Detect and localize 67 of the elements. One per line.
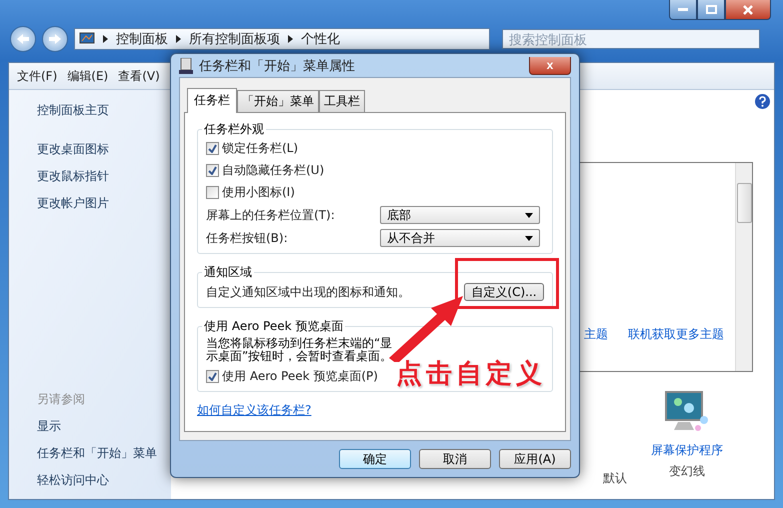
field-label: 任务栏按钮(B):: [206, 230, 288, 246]
dialog-title: 任务栏和「开始」菜单属性: [199, 58, 355, 74]
screensaver-name: 变幻线: [669, 463, 705, 480]
dropdown[interactable]: 从不合并: [380, 229, 540, 247]
theme-link[interactable]: 主题: [584, 326, 608, 343]
menu-item[interactable]: 编辑(E): [67, 68, 108, 84]
menu-item[interactable]: 文件(F): [17, 68, 58, 84]
scrollbar[interactable]: [735, 163, 752, 371]
sidebar-link[interactable]: 控制面板主页: [37, 102, 171, 119]
breadcrumb[interactable]: 控制面板: [116, 30, 168, 48]
close-icon: [743, 4, 753, 14]
dialog-button[interactable]: 应用(A): [499, 449, 571, 469]
checkbox-label: 使用小图标(I): [222, 184, 295, 201]
checkbox-label: 锁定任务栏(L): [222, 140, 298, 157]
group-title: 通知区域: [203, 264, 253, 281]
field-label: 屏幕上的任务栏位置(T):: [206, 206, 335, 224]
minimize-icon: [678, 8, 688, 12]
monitor-icon: [79, 32, 95, 46]
sidebar-link[interactable]: 显示: [37, 418, 171, 435]
description: 当您将鼠标移动到任务栏末端的“显示桌面”按钮时，会暂时查看桌面。: [206, 337, 394, 363]
screensaver-link[interactable]: 屏幕保护程序: [651, 442, 723, 459]
close-button[interactable]: [725, 0, 771, 20]
search-field[interactable]: 搜索控制面板: [502, 29, 760, 49]
group-title: 使用 Aero Peek 预览桌面: [203, 318, 344, 335]
tab[interactable]: 工具栏: [319, 90, 365, 113]
theme-label: 默认: [603, 470, 627, 487]
arrow-left-icon: [17, 34, 29, 44]
caret-icon: [525, 236, 533, 240]
minimize-button[interactable]: [669, 0, 697, 20]
back-button[interactable]: [10, 26, 36, 52]
chevron-icon: [103, 35, 108, 43]
tab[interactable]: 「开始」菜单: [237, 90, 319, 113]
checkbox[interactable]: [206, 142, 219, 155]
menu-item[interactable]: 查看(V): [118, 68, 160, 84]
checkbox[interactable]: [206, 186, 219, 199]
checkbox-label: 自动隐藏任务栏(U): [222, 162, 324, 179]
annotation-text: 点击自定义: [396, 358, 546, 391]
maximize-button[interactable]: [697, 0, 725, 20]
dropdown[interactable]: 底部: [380, 206, 540, 224]
customize-button[interactable]: 自定义(C)...: [464, 283, 544, 301]
description: 自定义通知区域中出现的图标和通知。: [206, 284, 410, 300]
chevron-icon: [288, 35, 293, 43]
sidebar-link[interactable]: 任务栏和「开始」菜单: [37, 445, 171, 462]
dialog-button[interactable]: 取消: [419, 449, 491, 469]
sidebar-link[interactable]: 更改帐户图片: [37, 195, 171, 212]
section-heading: 另请参阅: [37, 391, 86, 408]
group-title: 任务栏外观: [203, 121, 265, 138]
caret-icon: [525, 212, 533, 218]
forward-button[interactable]: [42, 26, 68, 52]
maximize-icon: [706, 5, 716, 14]
sidebar-link[interactable]: 轻松访问中心: [37, 472, 171, 489]
taskbar-icon: [179, 58, 193, 74]
sidebar-link[interactable]: 更改鼠标指针: [37, 168, 171, 185]
breadcrumb[interactable]: 个性化: [301, 30, 340, 48]
chevron-icon: [176, 35, 181, 43]
breadcrumb[interactable]: 所有控制面板项: [189, 30, 280, 48]
help-link[interactable]: 如何自定义该任务栏?: [197, 402, 312, 419]
checkbox[interactable]: [206, 370, 219, 383]
dialog-button[interactable]: 确定: [339, 449, 411, 469]
sidebar-link[interactable]: 更改桌面图标: [37, 141, 171, 158]
theme-link[interactable]: 联机获取更多主题: [628, 326, 724, 343]
checkbox[interactable]: [206, 164, 219, 177]
checkbox-label: 使用 Aero Peek 预览桌面(P): [222, 368, 378, 385]
tab[interactable]: 任务栏: [187, 88, 237, 113]
address-bar[interactable]: 控制面板 所有控制面板项 个性化: [74, 28, 490, 50]
help-button[interactable]: [755, 94, 770, 109]
arrow-right-icon: [49, 34, 61, 44]
